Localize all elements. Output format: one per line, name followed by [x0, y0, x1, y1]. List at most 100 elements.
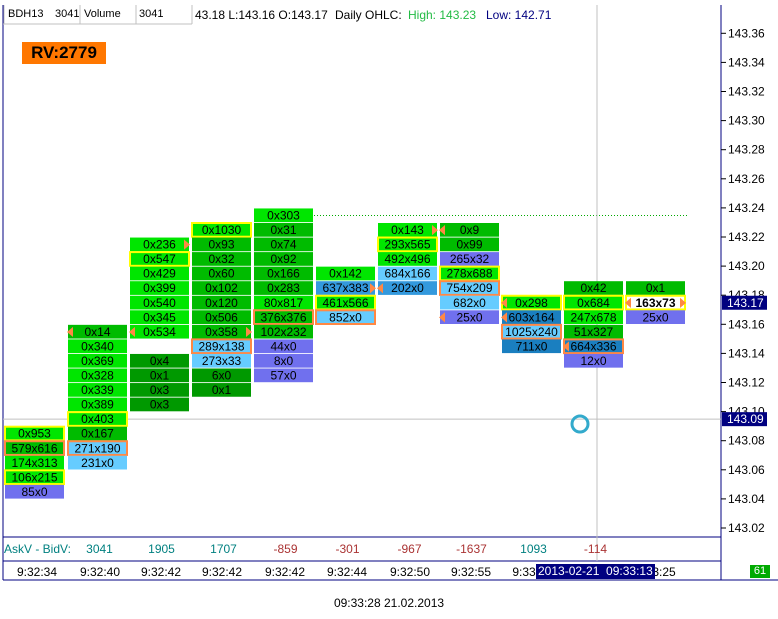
- daily-low: Low: 142.71: [486, 8, 552, 22]
- timestamp: 09:33:28 21.02.2013: [333, 596, 445, 610]
- delta-value: -1637: [456, 542, 487, 556]
- footprint-cell-label: 0x953: [18, 427, 51, 441]
- footprint-cell-label: 0x1: [212, 383, 232, 397]
- footprint-chart[interactable]: 143.36 143.34 143.32 143.30 143.28 143.26 143.…: [0, 0, 778, 619]
- footprint-cell-label: 664x336: [570, 339, 616, 353]
- footprint-cell-label: 0x547: [143, 252, 176, 266]
- y-tick-label: 143.22: [728, 230, 765, 244]
- footprint-cell-label: 603x164: [508, 310, 554, 324]
- footprint-cell-label: 637x383: [322, 281, 368, 295]
- footprint-cell-label: 0x143: [391, 223, 424, 237]
- delta-value: -859: [273, 542, 297, 556]
- footprint-cell-label: 106x215: [11, 470, 57, 484]
- time-tick-label: 9:32:55: [451, 565, 491, 579]
- footprint-cell-label: 0x283: [267, 281, 300, 295]
- footprint-cell-label: 0x358: [205, 325, 238, 339]
- y-tick-label: 143.26: [728, 172, 765, 186]
- delta-value: -114: [584, 542, 607, 556]
- footprint-cell-label: 754x209: [446, 281, 492, 295]
- footprint-cell-label: 231x0: [81, 456, 114, 470]
- footprint-cell-label: 0x1: [646, 281, 666, 295]
- time-tick-label: 9:32:50: [390, 565, 430, 579]
- footprint-cell-label: 0x74: [270, 238, 296, 252]
- footprint-cell-label: 293x565: [384, 238, 430, 252]
- footprint-cell-label: 579x616: [11, 441, 57, 455]
- delta-value: 3041: [86, 542, 113, 556]
- footprint-cell-label: 51x327: [574, 325, 614, 339]
- footprint-cell-label: 0x14: [84, 325, 110, 339]
- footprint-cell-label: 711x0: [516, 339, 548, 353]
- crosshair-time: 2013-02-21 09:33:13: [536, 564, 655, 579]
- footprint-cell-label: 0x42: [580, 281, 606, 295]
- time-tick-label: 3:25: [652, 565, 676, 579]
- delta-value: -967: [397, 542, 421, 556]
- footprint-cell-label: 44x0: [270, 339, 296, 353]
- footprint-cell-label: 376x376: [260, 310, 306, 324]
- time-tick-label: 9:32:34: [17, 565, 57, 579]
- y-tick-label: 143.12: [728, 376, 765, 390]
- footprint-cell-label: 0x166: [267, 267, 300, 281]
- footprint-cell-label: 0x236: [143, 238, 176, 252]
- footprint-cell-label: 0x9: [460, 223, 480, 237]
- indicator-label: Volume: [84, 8, 121, 20]
- y-tick-label: 143.04: [728, 492, 765, 506]
- footprint-cell-label: 0x120: [205, 296, 238, 310]
- symbol-label: BDH13: [8, 8, 44, 20]
- ohlc-values: 43.18 L:143.16 O:143.17: [195, 8, 328, 22]
- footprint-cell-label: 0x369: [81, 354, 114, 368]
- footprint-cell-label: 0x60: [208, 267, 234, 281]
- y-tick-label: 143.36: [728, 26, 765, 40]
- footprint-cell-label: 0x403: [81, 412, 114, 426]
- footprint-cell-label: 1025x240: [505, 325, 558, 339]
- y-tick-label: 143.34: [728, 55, 765, 69]
- footprint-cell-label: 0x3: [150, 383, 170, 397]
- footprint-cell-label: 0x3: [150, 398, 170, 412]
- footprint-cell-label: 0x303: [267, 208, 300, 222]
- delta-label: AskV - BidV:: [4, 542, 71, 556]
- delta-value: 1093: [520, 542, 547, 556]
- footprint-cell-label: 0x102: [205, 281, 238, 295]
- y-tick-label: 143.06: [728, 463, 765, 477]
- footprint-cell-label: 461x566: [322, 296, 368, 310]
- corner-value: 61: [750, 565, 770, 578]
- footprint-cell-label: 174x313: [11, 456, 57, 470]
- footprint-cell-label: 102x232: [260, 325, 306, 339]
- footprint-cell-label: 12x0: [580, 354, 606, 368]
- time-tick-label: 9:32:40: [80, 565, 120, 579]
- footprint-cell-label: 278x688: [446, 267, 492, 281]
- y-tick-label: 143.30: [728, 114, 765, 128]
- footprint-cell-label: 247x678: [570, 310, 616, 324]
- delta-value: 1905: [148, 542, 175, 556]
- footprint-cell-label: 0x32: [208, 252, 234, 266]
- footprint-cell-label: 0x298: [515, 296, 548, 310]
- footprint-cell-label: 289x138: [198, 339, 244, 353]
- footprint-cell-label: 265x32: [450, 252, 490, 266]
- footprint-cell-label: 0x429: [143, 267, 176, 281]
- time-tick-label: 9:32:42: [265, 565, 305, 579]
- footprint-cell-label: 271x190: [74, 441, 120, 455]
- footprint-cell-label: 0x1030: [202, 223, 242, 237]
- footprint-cell-label: 0x340: [81, 339, 114, 353]
- footprint-cell-label: 852x0: [329, 310, 362, 324]
- footprint-cell-label: 0x4: [150, 354, 170, 368]
- footprint-cell-label: 0x99: [456, 238, 482, 252]
- crosshair-price-label: 143.09: [727, 412, 764, 426]
- footprint-cell-label: 25x0: [642, 310, 668, 324]
- footprint-cell-label: 0x534: [143, 325, 176, 339]
- footprint-cell-label: 80x817: [264, 296, 304, 310]
- footprint-cell-label: 202x0: [391, 281, 424, 295]
- footprint-cell-label: 682x0: [453, 296, 486, 310]
- y-tick-label: 143.20: [728, 259, 765, 273]
- footprint-cell-label: 0x399: [143, 281, 176, 295]
- time-tick-label: 9:32:42: [202, 565, 242, 579]
- footprint-cell-label: 0x93: [208, 238, 234, 252]
- footprint-cell-label: 0x328: [81, 369, 114, 383]
- footprint-cell-label: 85x0: [21, 485, 47, 499]
- time-tick-label: 9:33: [512, 565, 536, 579]
- footprint-cell-label: 0x345: [143, 310, 176, 324]
- footprint-cell-label: 25x0: [456, 310, 482, 324]
- y-tick-label: 143.16: [728, 317, 765, 331]
- footprint-cell-label: 492x496: [384, 252, 430, 266]
- rv-badge: RV:2779: [22, 42, 106, 64]
- footprint-cell-label: 0x1: [150, 369, 170, 383]
